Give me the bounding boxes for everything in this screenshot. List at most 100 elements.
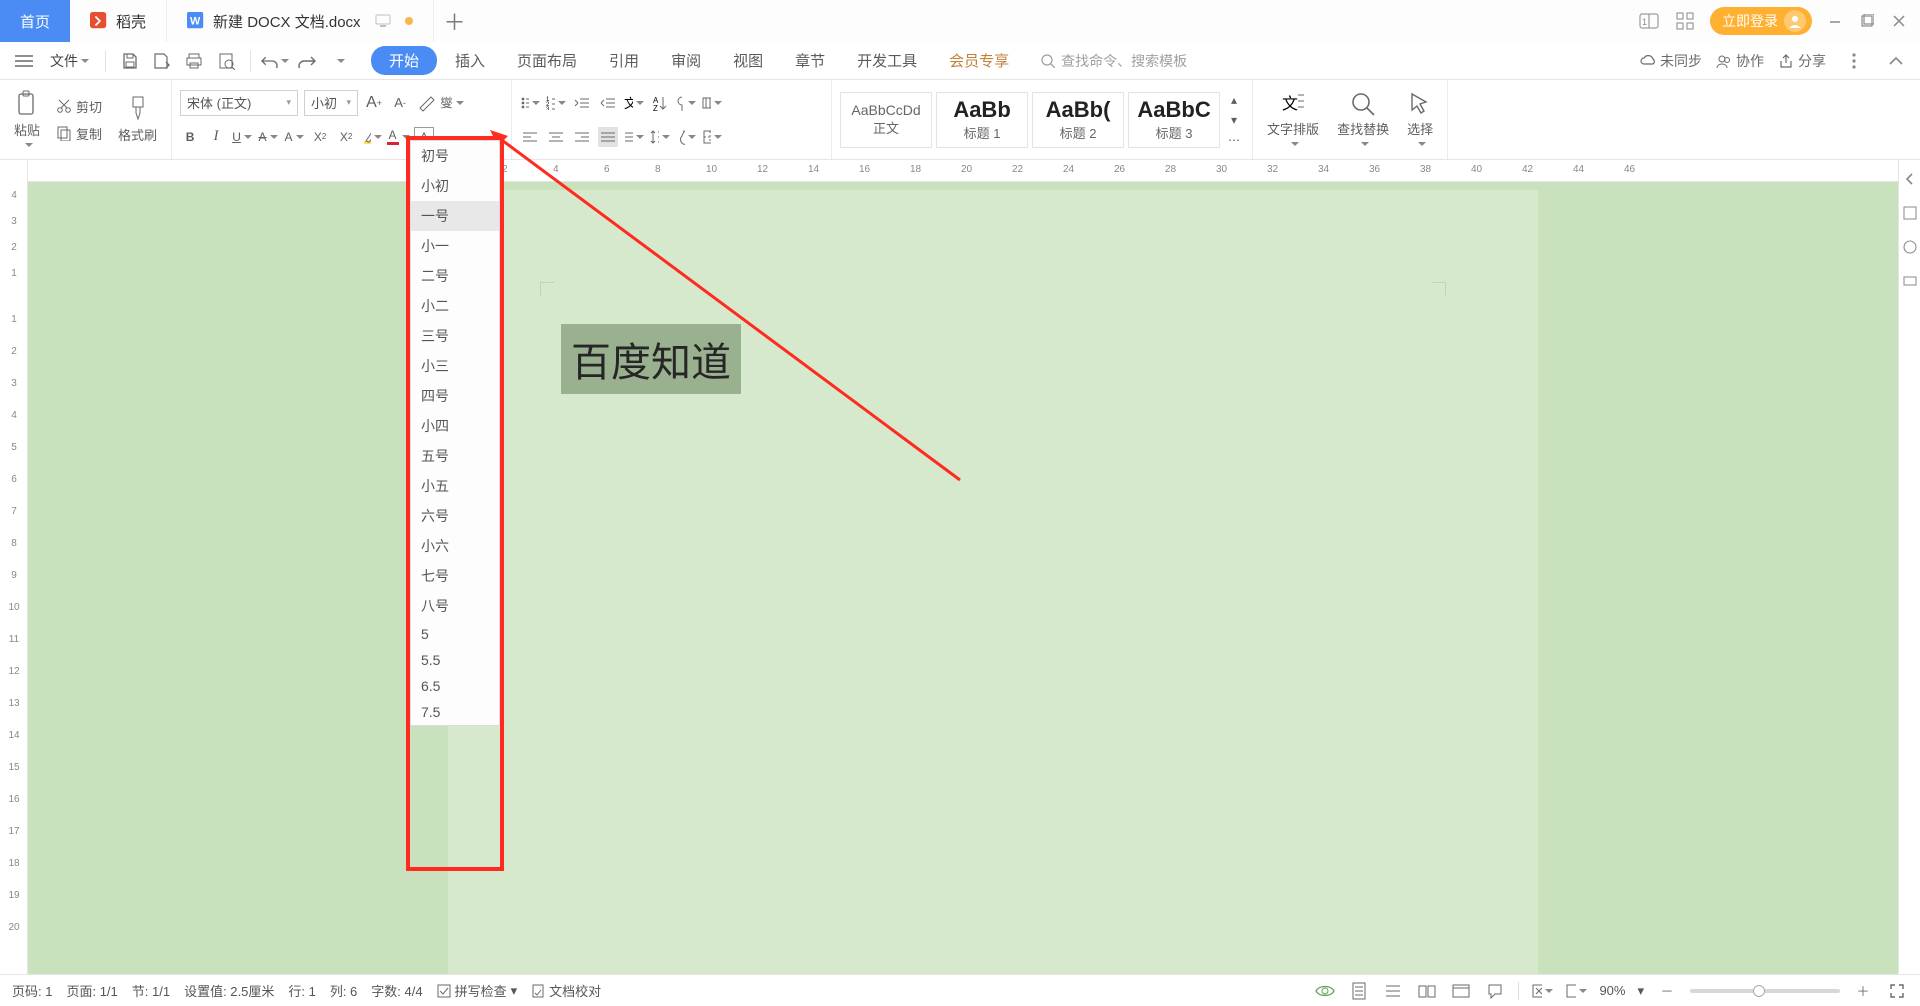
side-expand-icon[interactable] xyxy=(1899,168,1920,190)
font-size-option[interactable]: 6.5 xyxy=(411,673,499,699)
status-page[interactable]: 页面: 1/1 xyxy=(66,981,117,1000)
font-size-option[interactable]: 小初 xyxy=(411,171,499,201)
side-tool2-icon[interactable] xyxy=(1899,236,1920,258)
share-button[interactable]: 分享 xyxy=(1778,51,1826,71)
font-size-option[interactable]: 一号 xyxy=(411,201,499,231)
zoom-in-button[interactable]: ＋ xyxy=(1852,980,1874,1002)
view-outline-icon[interactable] xyxy=(1382,980,1404,1002)
window-maximize-button[interactable] xyxy=(1858,12,1876,30)
file-menu[interactable]: 文件 xyxy=(44,49,95,73)
shrink-font-button[interactable]: A- xyxy=(390,93,410,113)
view-read-icon[interactable] xyxy=(1416,980,1438,1002)
zoom-fit-icon[interactable] xyxy=(1531,980,1553,1002)
menutab-references[interactable]: 引用 xyxy=(595,46,653,75)
shading-button[interactable] xyxy=(676,127,696,147)
font-size-option[interactable]: 5.5 xyxy=(411,647,499,673)
side-tool3-icon[interactable] xyxy=(1899,270,1920,292)
asian-layout-button[interactable]: 文 xyxy=(624,93,644,113)
font-color-button[interactable]: A xyxy=(388,127,408,147)
fullscreen-button[interactable] xyxy=(1886,980,1908,1002)
display-mode-icon[interactable] xyxy=(375,14,391,28)
view-web-icon[interactable] xyxy=(1450,980,1472,1002)
text-layout-button[interactable]: 文 文字排版 xyxy=(1261,89,1325,150)
tab-stops-button[interactable] xyxy=(702,93,722,113)
font-size-option[interactable]: 四号 xyxy=(411,381,499,411)
font-size-option[interactable]: 六号 xyxy=(411,501,499,531)
save-as-icon[interactable] xyxy=(148,47,176,75)
highlight-button[interactable] xyxy=(362,127,382,147)
menutab-view[interactable]: 视图 xyxy=(719,46,777,75)
bold-button[interactable]: B xyxy=(180,127,200,147)
font-size-option[interactable]: 小六 xyxy=(411,531,499,561)
zoom-value[interactable]: 90% xyxy=(1599,983,1625,998)
show-marks-button[interactable] xyxy=(676,93,696,113)
cut-button[interactable]: 剪切 xyxy=(52,95,106,118)
font-size-option[interactable]: 初号 xyxy=(411,141,499,171)
borders-button[interactable] xyxy=(702,127,722,147)
status-setting[interactable]: 设置值: 2.5厘米 xyxy=(184,981,274,1000)
status-section[interactable]: 节: 1/1 xyxy=(132,981,170,1000)
status-doccheck[interactable]: 文档校对 xyxy=(531,981,601,1000)
view-page-icon[interactable] xyxy=(1348,980,1370,1002)
page[interactable]: 百度知道 xyxy=(448,190,1538,974)
undo-button[interactable] xyxy=(261,47,289,75)
font-size-option[interactable]: 5 xyxy=(411,621,499,647)
window-close-button[interactable] xyxy=(1890,12,1908,30)
status-line[interactable]: 行: 1 xyxy=(288,981,315,1000)
zoom-thumb[interactable] xyxy=(1753,985,1765,997)
side-tool1-icon[interactable] xyxy=(1899,202,1920,224)
styles-up-button[interactable]: ▴ xyxy=(1224,90,1244,110)
styles-down-button[interactable]: ▾ xyxy=(1224,110,1244,130)
copy-button[interactable]: 复制 xyxy=(52,122,106,145)
menutab-insert[interactable]: 插入 xyxy=(441,46,499,75)
numbering-button[interactable]: 123 xyxy=(546,93,566,113)
select-button[interactable]: 选择 xyxy=(1401,89,1439,150)
canvas[interactable]: 2468101214161820222426283032343638404244… xyxy=(28,160,1898,974)
style-card-2[interactable]: AaBb(标题 2 xyxy=(1032,92,1124,148)
menutab-review[interactable]: 审阅 xyxy=(657,46,715,75)
align-right-button[interactable] xyxy=(572,127,592,147)
font-family-combo[interactable]: 宋体 (正文)▾ xyxy=(180,90,298,116)
menutab-start[interactable]: 开始 xyxy=(371,46,437,75)
apps-grid-icon[interactable] xyxy=(1674,10,1696,32)
command-search[interactable]: 查找命令、搜索模板 xyxy=(1035,47,1245,75)
vertical-ruler[interactable]: 43211234567891011121314151617181920 xyxy=(0,160,28,974)
comment-mode-icon[interactable] xyxy=(1484,980,1506,1002)
font-size-option[interactable]: 二号 xyxy=(411,261,499,291)
tab-home[interactable]: 首页 xyxy=(0,0,70,42)
sort-button[interactable]: AZ xyxy=(650,93,670,113)
align-left-button[interactable] xyxy=(520,127,540,147)
status-spellcheck[interactable]: 拼写检查▾ xyxy=(437,981,518,1000)
status-chars[interactable]: 字数: 4/4 xyxy=(371,981,422,1000)
collab-button[interactable]: 协作 xyxy=(1716,51,1764,71)
style-card-3[interactable]: AaBbC标题 3 xyxy=(1128,92,1220,148)
save-icon[interactable] xyxy=(116,47,144,75)
increase-indent-button[interactable] xyxy=(598,93,618,113)
status-pageno[interactable]: 页码: 1 xyxy=(12,981,52,1000)
more-menu-icon[interactable] xyxy=(1840,47,1868,75)
tab-shell[interactable]: 稻壳 xyxy=(70,0,166,42)
quick-access-more[interactable] xyxy=(325,47,353,75)
menutab-vip[interactable]: 会员专享 xyxy=(935,46,1023,75)
font-size-option[interactable]: 小四 xyxy=(411,411,499,441)
clear-format-button[interactable] xyxy=(416,93,436,113)
zoom-mode-icon[interactable] xyxy=(1565,980,1587,1002)
font-size-option[interactable]: 三号 xyxy=(411,321,499,351)
bullets-button[interactable] xyxy=(520,93,540,113)
hamburger-icon[interactable] xyxy=(10,47,38,75)
login-button[interactable]: 立即登录 xyxy=(1710,7,1812,35)
font-size-dropdown[interactable]: 初号小初一号小一二号小二三号小三四号小四五号小五六号小六七号八号55.56.57… xyxy=(410,140,500,726)
print-preview-icon[interactable] xyxy=(212,47,240,75)
styles-more-button[interactable]: ⋯ xyxy=(1224,130,1244,150)
tab-document[interactable]: W 新建 DOCX 文档.docx xyxy=(166,0,434,42)
font-size-option[interactable]: 八号 xyxy=(411,591,499,621)
font-size-combo[interactable]: 小初▾ xyxy=(304,90,358,116)
selected-text[interactable]: 百度知道 xyxy=(561,324,741,394)
style-card-0[interactable]: AaBbCcDd正文 xyxy=(840,92,932,148)
font-size-option[interactable]: 小五 xyxy=(411,471,499,501)
phonetic-guide-button[interactable]: 燮 xyxy=(442,93,462,113)
font-size-option[interactable]: 小一 xyxy=(411,231,499,261)
superscript-button[interactable]: X2 xyxy=(310,127,330,147)
line-spacing-button[interactable] xyxy=(650,127,670,147)
menutab-section[interactable]: 章节 xyxy=(781,46,839,75)
